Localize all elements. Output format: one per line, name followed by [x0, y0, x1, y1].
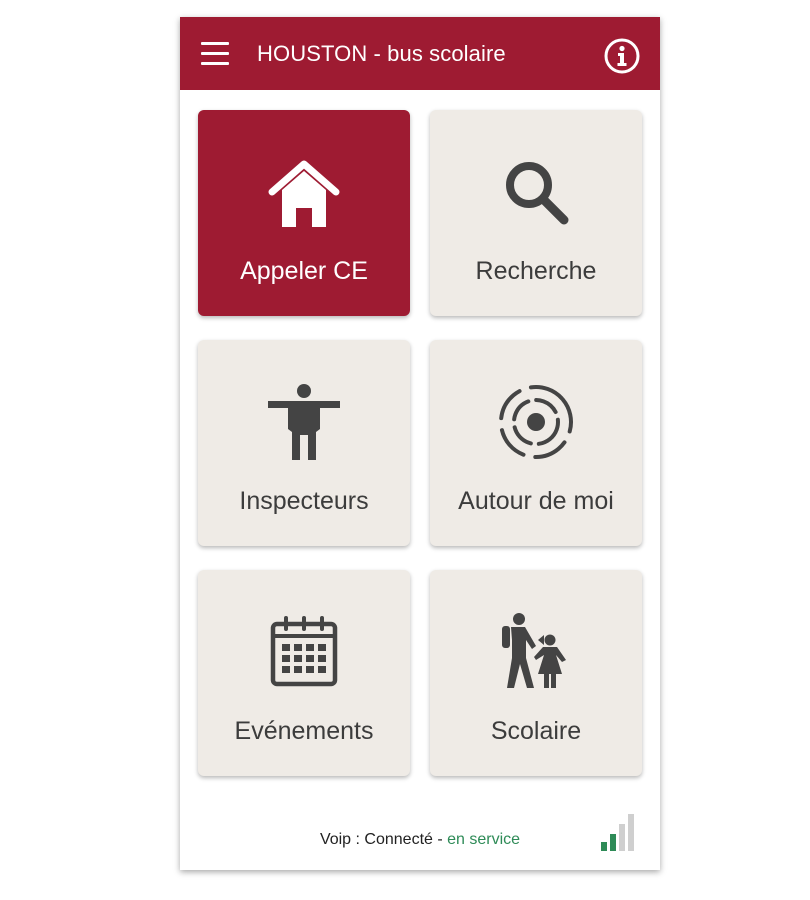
person-icon [268, 384, 340, 460]
tile-label: Appeler CE [240, 257, 368, 285]
location-radar-icon [499, 385, 573, 459]
home-icon [268, 160, 340, 227]
hamburger-menu-icon-line [201, 52, 229, 55]
tile-label: Autour de moi [458, 487, 614, 515]
info-button[interactable] [604, 38, 640, 74]
calendar-icon [270, 616, 338, 687]
hamburger-menu-icon-line [201, 62, 229, 65]
tile-inspecteurs[interactable]: Inspecteurs [198, 340, 410, 546]
info-icon [604, 38, 640, 74]
tile-label: Recherche [475, 257, 597, 285]
school-children-icon [502, 613, 566, 688]
tile-label: Inspecteurs [239, 487, 369, 515]
voip-status-state: en service [447, 831, 521, 848]
tile-autour-de-moi[interactable]: Autour de moi [430, 340, 642, 546]
tile-scolaire[interactable]: Scolaire [430, 570, 642, 776]
app-title: HOUSTON - bus scolaire [257, 41, 506, 66]
tile-label: Evénements [234, 717, 374, 745]
status-bar: Voip : Connecté - en service [180, 814, 660, 863]
voip-status: Voip : Connecté - en service [180, 831, 660, 849]
tile-label: Scolaire [490, 717, 582, 745]
search-icon [506, 162, 569, 225]
app-bar: HOUSTON - bus scolaire [180, 17, 660, 90]
tile-evenements[interactable]: Evénements [198, 570, 410, 776]
menu-button[interactable] [198, 39, 232, 69]
tile-recherche[interactable]: Recherche [430, 110, 642, 316]
signal-strength-icon [601, 814, 634, 851]
tile-appeler-ce[interactable]: Appeler CE [198, 110, 410, 316]
voip-status-label: Voip : Connecté - [319, 831, 448, 848]
app-window: HOUSTON - bus scolaire Appeler CE Recher… [180, 17, 660, 870]
hamburger-menu-icon [201, 42, 229, 45]
